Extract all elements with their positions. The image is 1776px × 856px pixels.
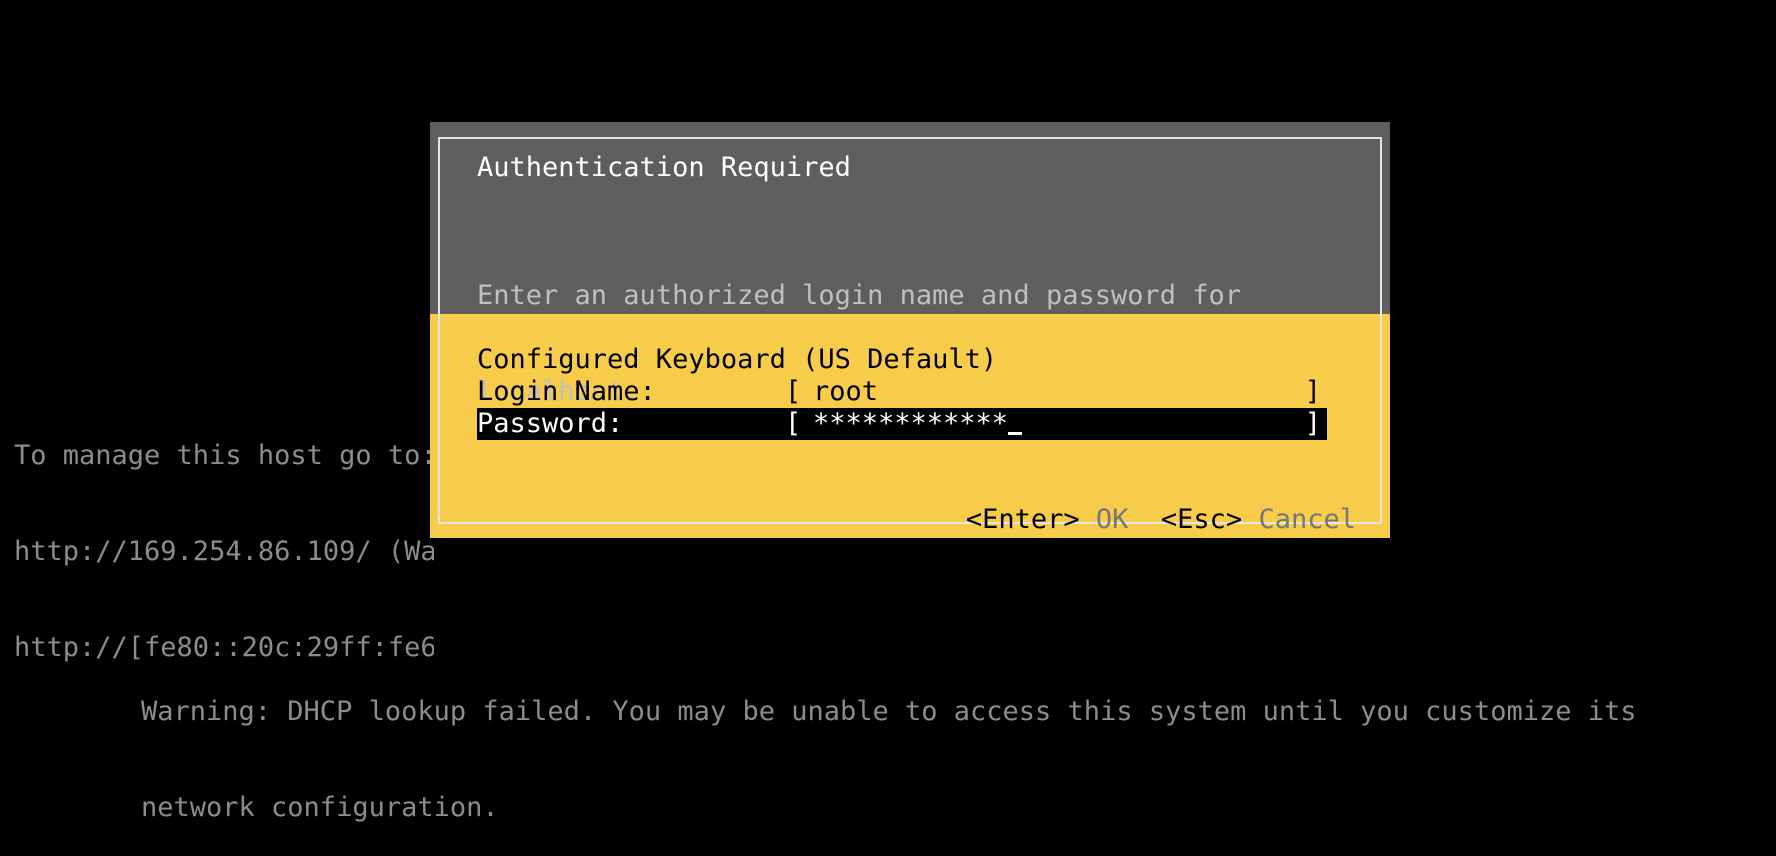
password-field[interactable]: Password: [ ************ ]: [477, 408, 1327, 440]
keyboard-layout-label: Configured Keyboard (US Default): [477, 344, 998, 375]
password-label: Password:: [477, 408, 624, 439]
dialog-message-line-1: Enter an authorized login name and passw…: [477, 280, 1242, 311]
warning-line-2: network configuration.: [141, 792, 499, 823]
text-cursor: [1008, 408, 1023, 435]
manage-line-1: To manage this host go to:: [14, 440, 434, 471]
dialog-actions: <Enter> OK <Esc> Cancel: [901, 472, 1356, 568]
login-name-field[interactable]: Login Name: [ root ]: [477, 376, 1327, 408]
warning-line-1: Warning: DHCP lookup failed. You may be …: [141, 696, 1637, 727]
authentication-dialog: Authentication Required Enter an authori…: [430, 122, 1390, 538]
ok-button[interactable]: OK: [1096, 504, 1129, 535]
dialog-title: Authentication Required: [477, 152, 851, 183]
login-bracket-open: [: [785, 376, 802, 407]
login-name-input[interactable]: root: [813, 376, 878, 408]
ok-action[interactable]: <Enter> OK: [966, 504, 1129, 535]
password-masked-value: ************: [813, 408, 1009, 439]
login-name-label: Login Name:: [477, 376, 656, 407]
password-input[interactable]: ************: [813, 408, 1023, 440]
manage-url-ipv4: http://169.254.86.109/ (Wa: [14, 536, 434, 567]
dhcp-warning: Warning: DHCP lookup failed. You may be …: [141, 632, 1741, 856]
password-bracket-close: ]: [1304, 408, 1321, 439]
login-bracket-close: ]: [1304, 376, 1321, 407]
cancel-button[interactable]: Cancel: [1258, 504, 1356, 535]
esc-key-hint: <Esc>: [1160, 504, 1243, 535]
enter-key-hint: <Enter>: [965, 504, 1080, 535]
cancel-action[interactable]: <Esc> Cancel: [1161, 504, 1356, 535]
password-bracket-open: [: [785, 408, 802, 439]
